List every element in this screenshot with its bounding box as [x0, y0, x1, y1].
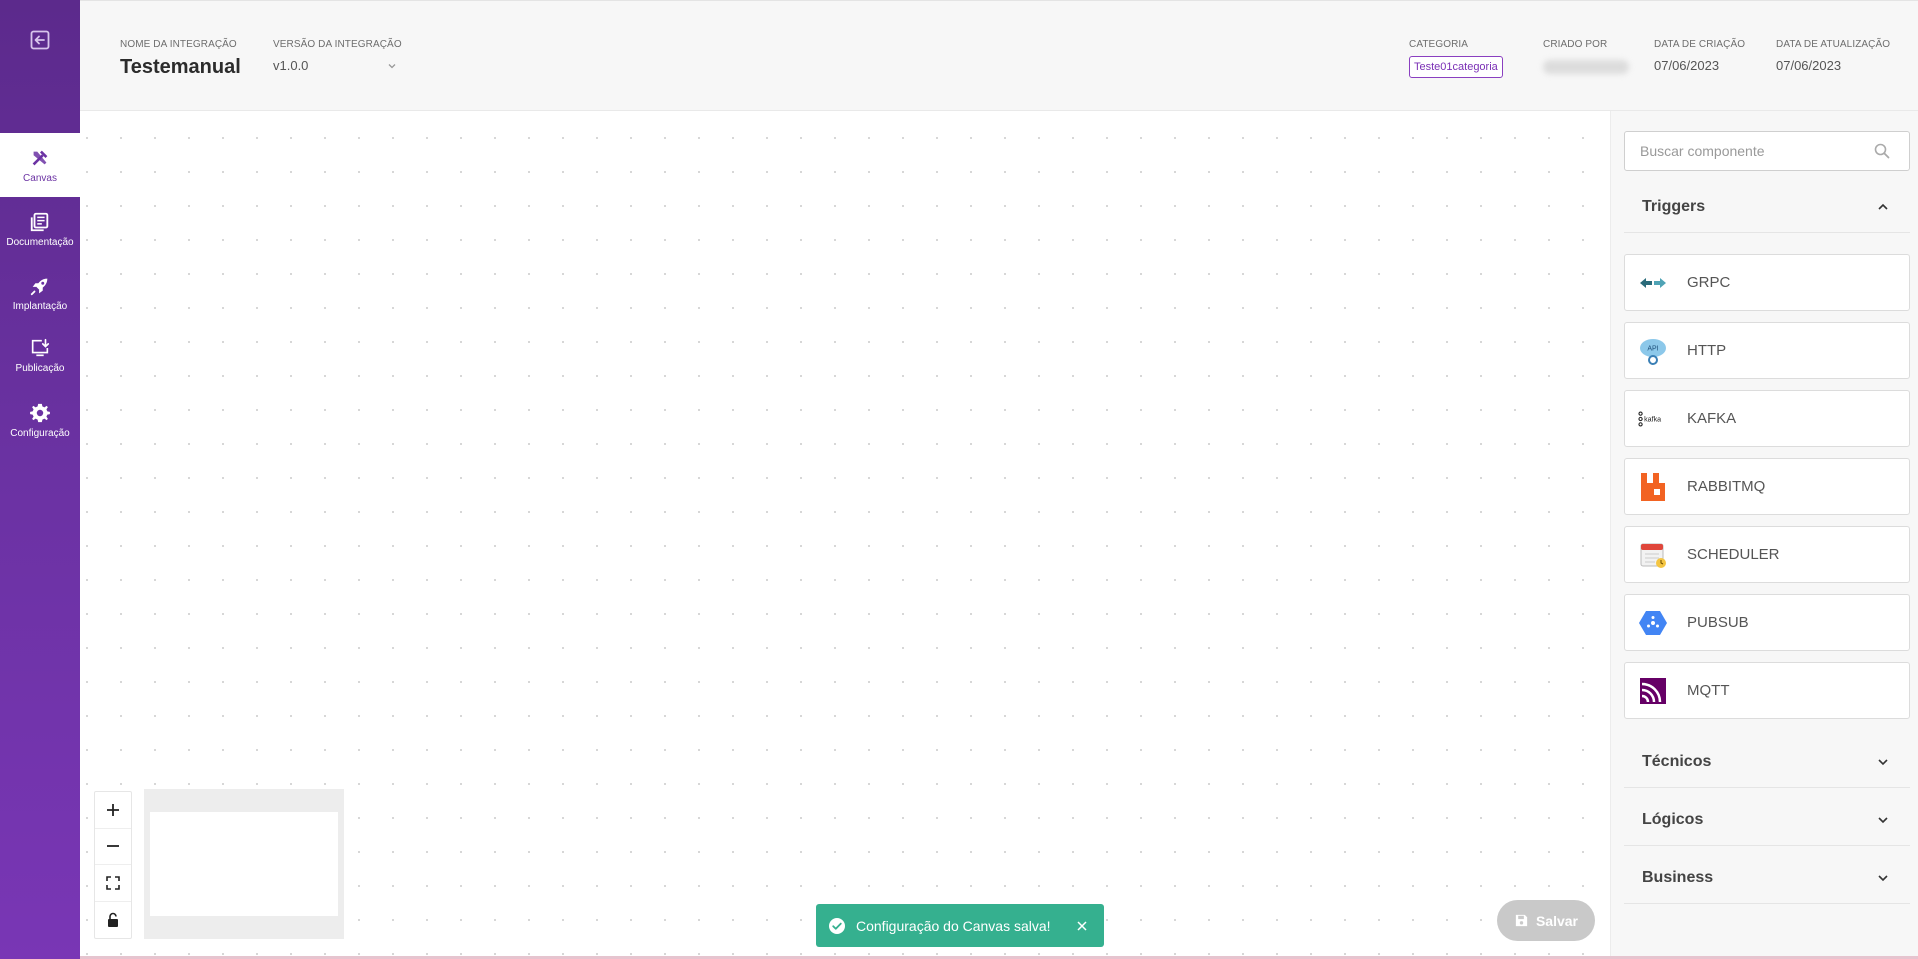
publish-icon [31, 338, 50, 356]
section-title: Business [1642, 868, 1714, 886]
mqtt-icon [1637, 675, 1669, 707]
http-api-icon: API [1637, 335, 1669, 367]
trigger-label: RABBITMQ [1687, 478, 1766, 495]
document-icon [30, 212, 49, 231]
toast-notification: Configuração do Canvas salva! [816, 904, 1104, 947]
created-date-value: 07/06/2023 [1654, 58, 1720, 73]
close-icon[interactable] [1076, 920, 1088, 932]
sidebar-item-label: Configuração [10, 427, 70, 439]
zoom-in-button[interactable] [95, 792, 131, 829]
integration-name-field: NOME DA INTEGRAÇÃO Testemanual [120, 39, 241, 79]
sidebar-item-label: Publicação [15, 362, 65, 374]
version-select[interactable]: v1.0.0 [273, 58, 402, 73]
trigger-label: KAFKA [1687, 410, 1737, 427]
lock-button[interactable] [95, 902, 131, 939]
trigger-grpc[interactable]: GRPC [1624, 254, 1910, 311]
sidebar-item-canvas[interactable]: Canvas [0, 133, 80, 197]
trigger-mqtt[interactable]: MQTT [1624, 662, 1910, 719]
section-title: Técnicos [1642, 752, 1712, 770]
sidebar-item-implantacao[interactable]: Implantação [0, 261, 80, 325]
section-tecnicos-header[interactable]: Técnicos [1624, 736, 1910, 788]
section-title: Triggers [1642, 197, 1706, 215]
save-button-label: Salvar [1535, 912, 1579, 929]
minimap-viewport[interactable] [150, 812, 338, 916]
section-business-header[interactable]: Business [1624, 852, 1910, 904]
sidebar-item-documentacao[interactable]: Documentação [0, 197, 80, 261]
trigger-label: PUBSUB [1687, 614, 1749, 631]
chevron-down-icon [388, 63, 396, 68]
sidebar-item-label: Canvas [23, 172, 57, 184]
created-by-label: CRIADO POR [1543, 39, 1608, 50]
updated-date-value: 07/06/2023 [1776, 58, 1842, 73]
updated-date-label: DATA DE ATUALIZAÇÃO [1776, 39, 1891, 50]
integration-name-value: Testemanual [120, 56, 241, 78]
kafka-icon: kafka [1637, 403, 1669, 435]
trigger-label: SCHEDULER [1687, 546, 1780, 563]
sidebar-item-publicacao[interactable]: Publicação [0, 323, 80, 387]
fit-view-button[interactable] [95, 865, 131, 902]
floppy-disk-icon [1515, 914, 1528, 927]
fit-view-icon [106, 875, 120, 890]
trigger-label: HTTP [1687, 342, 1727, 359]
sidebar: Canvas Documentação Implantação Publicaç… [0, 0, 80, 959]
trigger-label: GRPC [1687, 274, 1731, 291]
category-label: CATEGORIA [1409, 39, 1469, 50]
rocket-icon [30, 278, 48, 295]
zoom-out-button[interactable] [95, 829, 131, 865]
integration-version-field: VERSÃO DA INTEGRAÇÃO v1.0.0 [273, 39, 402, 73]
canvas-tools-icon [32, 150, 48, 165]
zoom-controls [94, 791, 132, 939]
chevron-up-icon [1878, 203, 1888, 210]
canvas-minimap[interactable] [144, 789, 344, 939]
created-date-label: DATA DE CRIAÇÃO [1654, 39, 1746, 50]
created-by-field: CRIADO POR [1543, 39, 1629, 79]
pubsub-icon [1637, 607, 1669, 639]
lock-icon [108, 912, 118, 927]
chevron-down-icon [1878, 758, 1888, 765]
search-icon[interactable] [1873, 142, 1891, 160]
exit-button[interactable] [28, 28, 52, 52]
zoom-out-icon [107, 845, 119, 848]
toast-message: Configuração do Canvas salva! [856, 917, 1051, 934]
version-value: v1.0.0 [273, 58, 309, 73]
exit-icon [30, 30, 50, 50]
section-logicos-header[interactable]: Lógicos [1624, 794, 1910, 846]
trigger-pubsub[interactable]: PUBSUB [1624, 594, 1910, 651]
save-button[interactable]: Salvar [1497, 900, 1595, 941]
category-field: CATEGORIA Teste01categoria [1409, 39, 1503, 78]
svg-text:kafka: kafka [1644, 415, 1661, 423]
scheduler-calendar-icon [1637, 539, 1669, 571]
section-triggers-header[interactable]: Triggers [1624, 181, 1910, 233]
section-title: Lógicos [1642, 810, 1704, 828]
chevron-down-icon [1878, 816, 1888, 823]
sidebar-item-configuracao[interactable]: Configuração [0, 388, 80, 452]
integration-name-label: NOME DA INTEGRAÇÃO [120, 39, 237, 50]
category-badge: Teste01categoria [1409, 56, 1503, 78]
zoom-in-icon [107, 803, 119, 816]
search-input[interactable] [1625, 132, 1873, 170]
grpc-icon [1637, 267, 1669, 299]
components-panel: Triggers GRPC API HTTP [1610, 111, 1918, 957]
rabbitmq-icon [1637, 471, 1669, 503]
sidebar-item-label: Implantação [12, 300, 68, 312]
sidebar-item-label: Documentação [6, 236, 74, 248]
trigger-http[interactable]: API HTTP [1624, 322, 1910, 379]
svg-text:API: API [1647, 345, 1658, 352]
updated-date-field: DATA DE ATUALIZAÇÃO 07/06/2023 [1776, 39, 1890, 73]
component-search [1624, 131, 1910, 171]
trigger-kafka[interactable]: kafka KAFKA [1624, 390, 1910, 447]
chevron-down-icon [1878, 874, 1888, 881]
check-circle-icon [829, 917, 845, 934]
trigger-scheduler[interactable]: SCHEDULER [1624, 526, 1910, 583]
created-date-field: DATA DE CRIAÇÃO 07/06/2023 [1654, 39, 1745, 73]
created-by-value-redacted [1543, 60, 1629, 74]
integration-header: NOME DA INTEGRAÇÃO Testemanual VERSÃO DA… [80, 0, 1918, 111]
trigger-rabbitmq[interactable]: RABBITMQ [1624, 458, 1910, 515]
integration-version-label: VERSÃO DA INTEGRAÇÃO [273, 39, 402, 50]
gear-icon [30, 403, 50, 422]
trigger-label: MQTT [1687, 682, 1730, 699]
